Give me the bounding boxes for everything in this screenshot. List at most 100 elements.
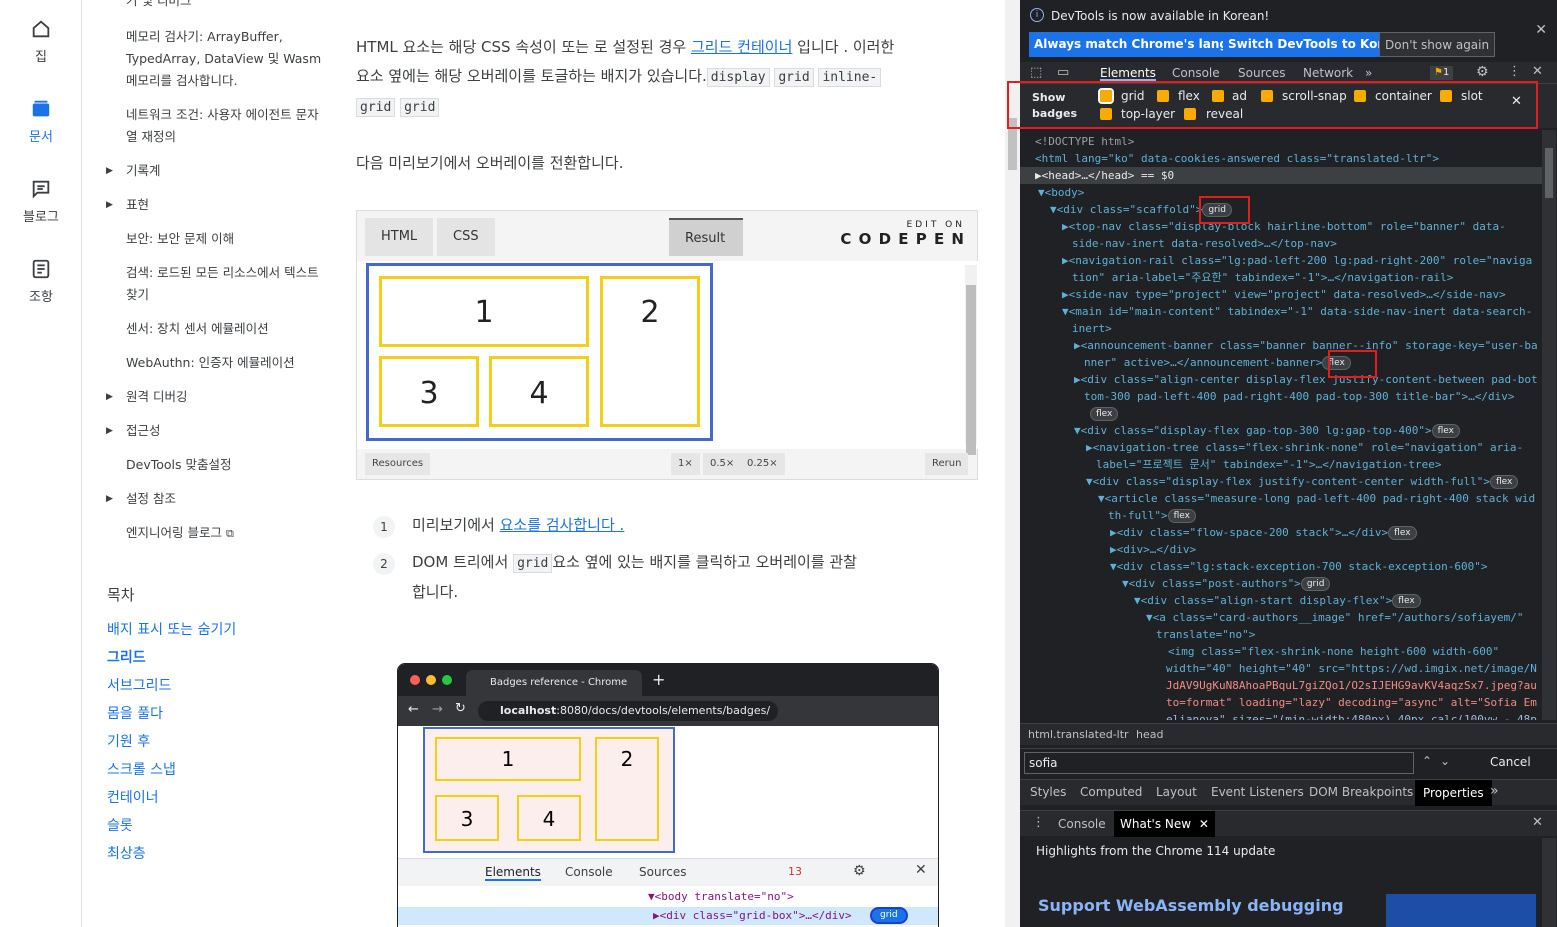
close-devtools-icon[interactable]: ✕: [1532, 64, 1543, 79]
toc-item[interactable]: 스크롤 스냅: [107, 759, 176, 779]
codepen-tab-html[interactable]: HTML: [365, 218, 434, 256]
tab-network[interactable]: Network: [1303, 66, 1353, 81]
zoom-half-button[interactable]: 0.5×: [703, 453, 742, 475]
zoom-1x-button[interactable]: 1×: [671, 453, 700, 475]
sidebar-item-recorder[interactable]: 기록계: [126, 160, 326, 182]
drawer-tab-console[interactable]: Console: [1058, 817, 1106, 831]
dom-line[interactable]: ▶<top-nav class="display-block hairline-…: [1062, 218, 1506, 235]
drawer-scrollbar[interactable]: [1542, 838, 1556, 927]
result-scrollbar[interactable]: [965, 265, 977, 455]
tab-dom-breakpoints[interactable]: DOM Breakpoints: [1309, 785, 1413, 799]
rail-item-blog[interactable]: 블로그: [0, 178, 82, 225]
toc-item[interactable]: 몸을 풀다: [107, 703, 163, 723]
rerun-button[interactable]: Rerun: [925, 453, 969, 475]
dom-line[interactable]: to=format" loading="lazy" decoding="asyn…: [1166, 694, 1537, 711]
sidebar-item-customize[interactable]: DevTools 맞춤설정: [126, 454, 326, 476]
toc-item[interactable]: 배지 표시 또는 숨기기: [107, 619, 236, 639]
breadcrumb-item[interactable]: html.translated-ltr: [1028, 728, 1129, 741]
dom-line[interactable]: tom-300 pad-left-400 pad-right-400 pad-t…: [1084, 388, 1514, 405]
issues-badge[interactable]: ⚑1: [1430, 66, 1454, 80]
dom-line[interactable]: ▼<main id="main-content" tabindex="-1" d…: [1062, 303, 1532, 320]
grid-container-link[interactable]: 그리드 컨테이너: [691, 38, 792, 56]
codepen-tab-css[interactable]: CSS: [437, 218, 495, 256]
tab-layout[interactable]: Layout: [1156, 785, 1197, 799]
dom-line[interactable]: ▼<body>: [1038, 184, 1084, 201]
cancel-button[interactable]: Cancel: [1490, 755, 1531, 769]
search-prev-icon[interactable]: ⌃: [1422, 754, 1432, 768]
tab-sources[interactable]: Sources: [1238, 66, 1285, 81]
dom-line[interactable]: nner" active>…</announcement-banner> flex: [1084, 354, 1351, 371]
tab-console[interactable]: Console: [1172, 66, 1220, 81]
close-drawer-icon[interactable]: ✕: [1532, 815, 1543, 830]
kebab-menu-icon[interactable]: ⋮: [1508, 64, 1521, 79]
flex-badge[interactable]: flex: [1489, 475, 1519, 489]
sidebar-item-remote-debugging[interactable]: 원격 디버깅: [126, 386, 326, 408]
dom-line[interactable]: ▼<div class="post-authors"> grid: [1122, 575, 1331, 592]
dom-line[interactable]: ▶<announcement-banner class="banner bann…: [1074, 337, 1538, 354]
toc-item-active[interactable]: 그리드: [107, 647, 146, 667]
toc-item[interactable]: 서브그리드: [107, 675, 171, 695]
dont-show-again-button[interactable]: Don't show again: [1379, 32, 1496, 57]
codepen-tab-result[interactable]: Result: [669, 218, 743, 256]
dom-line[interactable]: ▼<div class="align-start display-flex"> f…: [1134, 592, 1421, 609]
flex-badge[interactable]: flex: [1167, 509, 1196, 523]
dom-line[interactable]: ▶<div>…</div>: [1110, 541, 1196, 558]
dom-line[interactable]: ▼<a class="card-authors__image" href="/a…: [1146, 609, 1524, 626]
sidebar-item-performance[interactable]: 표현: [126, 194, 326, 216]
sidebar-item-accessibility[interactable]: 접근성: [126, 420, 326, 442]
flex-badge[interactable]: flex: [1090, 407, 1119, 421]
dom-line[interactable]: ▼<article class="measure-long pad-left-4…: [1098, 490, 1535, 507]
sidebar-item-webauthn[interactable]: WebAuthn: 인증자 에뮬레이션: [126, 352, 326, 374]
dom-line[interactable]: elianova" sizes="(min-width:480px) 40px,…: [1166, 711, 1537, 720]
dom-line[interactable]: ▶<div class="align-center display-flex j…: [1074, 371, 1538, 388]
tab-computed[interactable]: Computed: [1080, 785, 1142, 799]
rail-item-home[interactable]: 집: [0, 18, 82, 65]
codepen-logo[interactable]: EDIT ON C O D E P E N: [840, 220, 965, 248]
sidebar-item-sensors[interactable]: 센서: 장치 센서 에뮬레이션: [126, 318, 326, 340]
dom-line[interactable]: JdAV9UgKuN8AhoaPBquL7giZQo1/O2sIJEHG9avK…: [1166, 677, 1537, 694]
dom-line[interactable]: ▶<navigation-rail class="lg:pad-left-200…: [1062, 252, 1532, 269]
dom-line[interactable]: ▶<side-nav type="project" view="project"…: [1062, 286, 1506, 303]
dom-line[interactable]: inert>: [1072, 320, 1112, 337]
toc-item[interactable]: 기원 후: [107, 731, 150, 751]
dom-line[interactable]: ▼<div class="lg:stack-exception-700 stac…: [1110, 558, 1488, 575]
dom-line[interactable]: side-nav-inert data-resolved>…</top-nav>: [1072, 235, 1337, 252]
tab-properties[interactable]: Properties: [1415, 780, 1492, 806]
gear-icon[interactable]: ⚙: [1476, 64, 1489, 80]
dom-line[interactable]: label="프로젝트 문서" tabindex="-1">…</navigat…: [1096, 456, 1442, 473]
sidebar-item-search[interactable]: 검색: 로드된 모든 리소스에서 텍스트 찾기: [126, 262, 321, 306]
more-tabs-icon[interactable]: »: [1365, 66, 1372, 81]
tab-event-listeners[interactable]: Event Listeners: [1211, 785, 1304, 799]
flex-badge[interactable]: flex: [1431, 424, 1460, 438]
sidebar-item[interactable]: 기 및 디버그: [126, 0, 326, 12]
close-icon[interactable]: ✕: [1199, 817, 1209, 831]
flex-badge[interactable]: flex: [1392, 594, 1421, 608]
dom-line[interactable]: ▼<div class="display-flex gap-top-300 lg…: [1074, 422, 1460, 439]
dom-line[interactable]: ▼<div class="display-flex justify-conten…: [1086, 473, 1519, 490]
sidebar-item-settings-reference[interactable]: 설정 참조: [126, 488, 326, 510]
kebab-menu-icon[interactable]: ⋮: [1032, 815, 1045, 830]
page-scrollbar[interactable]: [1005, 0, 1020, 927]
dom-scrollbar[interactable]: [1542, 130, 1556, 720]
tab-elements[interactable]: Elements: [1100, 66, 1156, 81]
close-icon[interactable]: ✕: [1535, 22, 1547, 38]
dom-line[interactable]: tion" aria-label="주요한" tabindex="-1">…</…: [1072, 269, 1453, 286]
tab-styles[interactable]: Styles: [1030, 785, 1066, 799]
toc-item[interactable]: 슬롯: [107, 815, 133, 835]
whats-new-link[interactable]: Support WebAssembly debugging: [1038, 896, 1344, 915]
dom-line[interactable]: translate="no">: [1156, 626, 1255, 643]
sidebar-item-engineering-blog[interactable]: 엔지니어링 블로그 ⧉: [126, 522, 234, 545]
inspect-element-link[interactable]: 요소를 검사합니다 .: [500, 516, 625, 534]
search-input[interactable]: [1024, 752, 1414, 774]
dom-line[interactable]: <img class="flex-shrink-none height-600 …: [1168, 643, 1499, 660]
device-toggle-icon[interactable]: ▭: [1057, 65, 1069, 80]
toc-item[interactable]: 컨테이너: [107, 787, 159, 807]
more-tabs-icon[interactable]: »: [1490, 783, 1499, 799]
dom-line[interactable]: <!DOCTYPE html>: [1035, 133, 1134, 150]
zoom-quarter-button[interactable]: 0.25×: [740, 453, 785, 475]
sidebar-item-security[interactable]: 보안: 보안 문제 이해: [126, 228, 326, 250]
flex-badge[interactable]: flex: [1388, 526, 1417, 540]
search-next-icon[interactable]: ⌄: [1440, 754, 1450, 768]
sidebar-item-network-conditions[interactable]: 네트워크 조건: 사용자 에이전트 문자열 재정의: [126, 104, 326, 148]
dom-line[interactable]: th-full"> flex: [1108, 507, 1196, 524]
